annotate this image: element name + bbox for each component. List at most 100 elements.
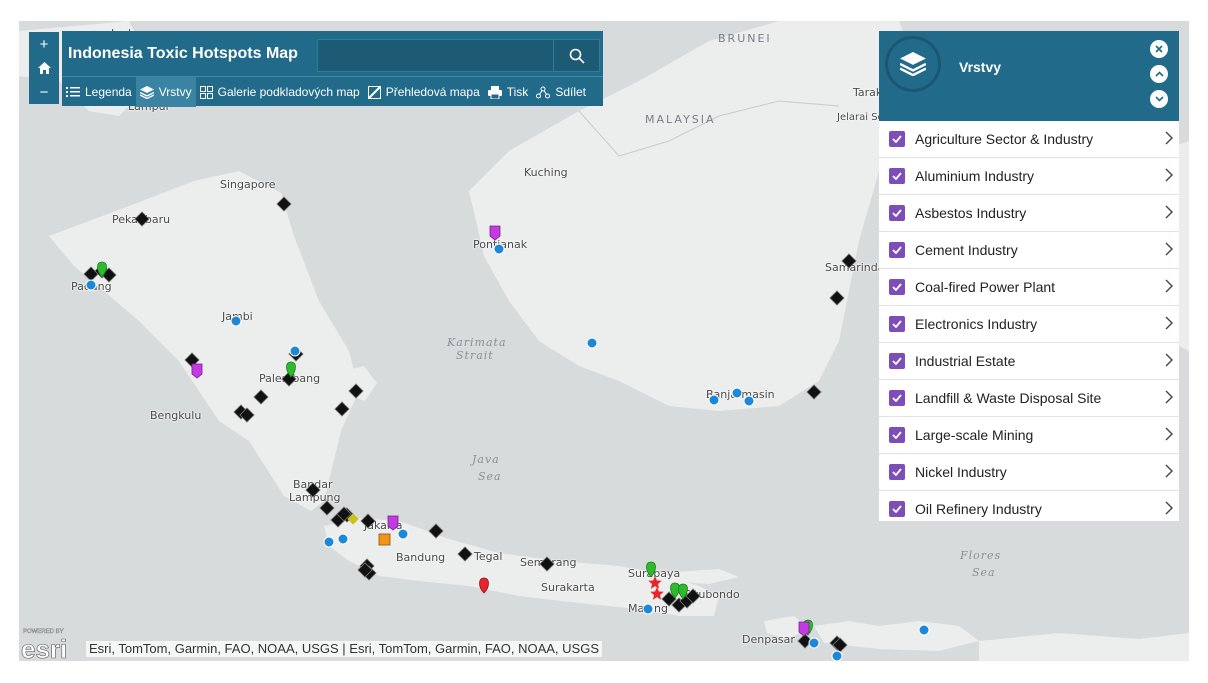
layer-label: Electronics Industry [915, 316, 1038, 332]
layers-icon [900, 52, 926, 76]
place-label: Denpasar [742, 633, 795, 646]
layer-row[interactable]: Large-scale Mining [879, 417, 1179, 454]
sea-label: Sea [478, 470, 502, 483]
tool-label: Galerie podkladových map [217, 85, 360, 99]
layer-label: Agriculture Sector & Industry [915, 131, 1094, 147]
layer-label: Large-scale Mining [915, 427, 1034, 443]
layer-checkbox[interactable] [889, 168, 905, 184]
tool-label: Vrstvy [158, 85, 192, 99]
checkmark-icon [892, 468, 902, 476]
close-icon [1155, 45, 1163, 53]
chevron-right-icon[interactable] [1165, 316, 1173, 330]
place-label: Pontianak [473, 238, 528, 251]
layer-checkbox[interactable] [889, 316, 905, 332]
zoom-out-button[interactable]: − [29, 80, 59, 104]
layer-checkbox[interactable] [889, 464, 905, 480]
place-label: Surabaya [628, 567, 681, 580]
place-label: Tarak [853, 86, 883, 99]
chevron-right-icon[interactable] [1165, 464, 1173, 478]
layer-checkbox[interactable] [889, 205, 905, 221]
layer-checkbox[interactable] [889, 427, 905, 443]
checkmark-icon [892, 135, 902, 143]
chevron-right-icon[interactable] [1165, 427, 1173, 441]
panel-collapse-button[interactable] [1150, 65, 1168, 83]
layer-checkbox[interactable] [889, 353, 905, 369]
app-title: Indonesia Toxic Hotspots Map [68, 45, 298, 62]
layer-row[interactable]: Nickel Industry [879, 454, 1179, 491]
zoom-in-button[interactable]: + [29, 32, 59, 56]
place-label: Banjarmasin [706, 388, 775, 401]
panel-close-button[interactable] [1150, 40, 1168, 58]
place-label: Jambi [222, 310, 253, 323]
layer-label: Oil Refinery Industry [915, 501, 1042, 517]
place-label: Singapore [220, 178, 276, 191]
tool-label: Sdílet [555, 85, 586, 99]
zoom-controls: + − [29, 32, 59, 104]
search-icon [569, 48, 585, 64]
chevron-right-icon[interactable] [1165, 501, 1173, 515]
chevron-right-icon[interactable] [1165, 390, 1173, 404]
home-button[interactable] [29, 56, 59, 80]
layer-row[interactable]: Electronics Industry [879, 306, 1179, 343]
search-button[interactable] [553, 39, 600, 72]
chevron-right-icon[interactable] [1165, 242, 1173, 256]
layer-list: Agriculture Sector & Industry Aluminium I… [879, 121, 1179, 521]
checkmark-icon [892, 394, 902, 402]
tool-label: Legenda [85, 85, 132, 99]
widget-toolbar: Legenda Vrstvy Galerie podkladových map … [62, 76, 603, 107]
chevron-right-icon[interactable] [1165, 353, 1173, 367]
tool-overview-map[interactable]: Přehledová mapa [364, 77, 484, 107]
layer-checkbox[interactable] [889, 390, 905, 406]
checkmark-icon [892, 209, 902, 217]
layer-checkbox[interactable] [889, 501, 905, 517]
tool-basemap-gallery[interactable]: Galerie podkladových map [196, 77, 364, 107]
tool-share[interactable]: Sdílet [532, 77, 590, 107]
chevron-right-icon[interactable] [1165, 205, 1173, 219]
layer-row[interactable]: Landfill & Waste Disposal Site [879, 380, 1179, 417]
chevron-right-icon[interactable] [1165, 279, 1173, 293]
app-header: Indonesia Toxic Hotspots Map Legenda Vrs… [62, 31, 603, 107]
chevron-right-icon[interactable] [1165, 131, 1173, 145]
place-label: Situbondo [684, 588, 740, 601]
layer-row[interactable]: Agriculture Sector & Industry [879, 121, 1179, 158]
layer-row[interactable]: Asbestos Industry [879, 195, 1179, 232]
panel-expand-button[interactable] [1150, 90, 1168, 108]
sea-label: Karimata [447, 336, 507, 349]
place-label: Kuching [524, 166, 568, 179]
panel-header: Vrstvy [879, 31, 1179, 121]
tool-print[interactable]: Tisk [484, 77, 533, 107]
layer-row[interactable]: Cement Industry [879, 232, 1179, 269]
layer-label: Aluminium Industry [915, 168, 1035, 184]
place-label: Bandung [396, 551, 446, 564]
layer-checkbox[interactable] [889, 279, 905, 295]
layers-panel: Vrstvy Agriculture Sector & Industry Alum… [879, 31, 1179, 521]
checkmark-icon [892, 283, 902, 291]
checkmark-icon [892, 246, 902, 254]
place-label: Palembang [259, 372, 321, 385]
region-label: BRUNEI [718, 32, 772, 45]
checkmark-icon [892, 505, 902, 513]
sea-label: Sea [972, 566, 996, 579]
place-label: Tegal [474, 550, 503, 563]
layer-row[interactable]: Industrial Estate [879, 343, 1179, 380]
tool-layers[interactable]: Vrstvy [135, 77, 196, 107]
chevron-right-icon[interactable] [1165, 168, 1173, 182]
search-input[interactable] [317, 39, 555, 72]
layer-row[interactable]: Coal-fired Power Plant [879, 269, 1179, 306]
place-label: Padang [71, 280, 112, 293]
layer-label: Coal-fired Power Plant [915, 279, 1056, 295]
layer-row[interactable]: Oil Refinery Industry [879, 491, 1179, 521]
svg-text:esri: esri [21, 634, 67, 660]
sea-label: Java [472, 453, 500, 466]
layers-badge [885, 36, 941, 92]
place-label: Jakarta [364, 519, 403, 532]
place-label: Bandar [293, 478, 333, 491]
layer-checkbox[interactable] [889, 131, 905, 147]
layer-checkbox[interactable] [889, 242, 905, 258]
sea-label: Flores [960, 549, 1002, 562]
layer-label: Cement Industry [915, 242, 1018, 258]
place-label: Surakarta [541, 581, 595, 594]
tool-legend[interactable]: Legenda [62, 77, 136, 107]
layer-row[interactable]: Aluminium Industry [879, 158, 1179, 195]
place-label: Samarinda [825, 261, 885, 274]
